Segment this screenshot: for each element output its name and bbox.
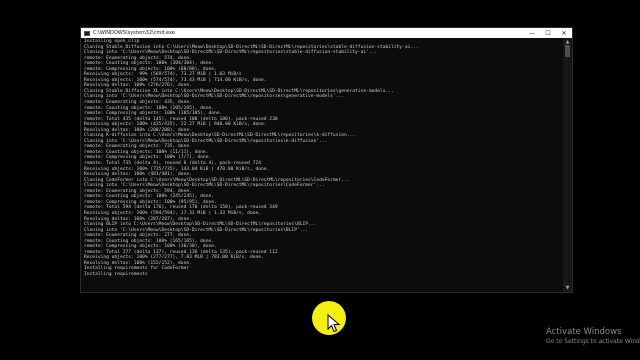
console-output[interactable]: Installing open_clip Cloning Stable Diffu… bbox=[81, 38, 563, 292]
vertical-scrollbar[interactable]: ▲ ▼ bbox=[563, 38, 572, 292]
console-line: Installing requirements bbox=[84, 271, 148, 277]
activate-windows-watermark: Activate Windows Go to Settings to activ… bbox=[546, 327, 640, 346]
minimize-button[interactable]: — bbox=[524, 28, 540, 38]
scroll-thumb[interactable] bbox=[565, 45, 570, 57]
window-controls: — ☐ ✕ bbox=[524, 28, 572, 38]
watermark-title: Activate Windows bbox=[546, 327, 622, 337]
watermark-subtitle: Go to Settings to activate Windows. bbox=[546, 338, 640, 345]
scroll-down-arrow-icon[interactable]: ▼ bbox=[563, 285, 572, 291]
cmd-icon bbox=[84, 30, 90, 36]
mouse-pointer-icon bbox=[327, 314, 341, 333]
window-title: C:\WINDOWS\system32\cmd.exe bbox=[93, 30, 175, 36]
desktop-screen: C:\WINDOWS\system32\cmd.exe — ☐ ✕ Instal… bbox=[0, 0, 640, 360]
close-button[interactable]: ✕ bbox=[556, 28, 572, 38]
maximize-button[interactable]: ☐ bbox=[540, 28, 556, 38]
window-titlebar[interactable]: C:\WINDOWS\system32\cmd.exe — ☐ ✕ bbox=[81, 28, 572, 38]
cmd-window[interactable]: C:\WINDOWS\system32\cmd.exe — ☐ ✕ Instal… bbox=[80, 27, 573, 293]
